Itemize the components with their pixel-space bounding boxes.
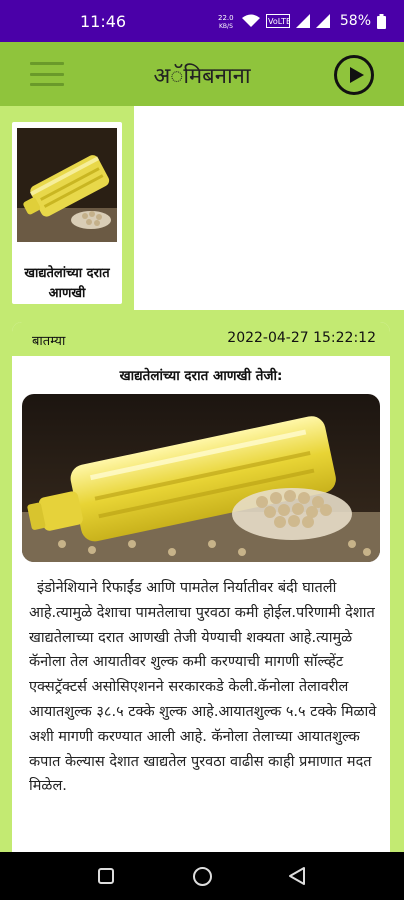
status-bar: 11:46 22.0 KB/S VoLTE 58% bbox=[0, 0, 404, 42]
battery-icon bbox=[377, 13, 386, 29]
navigation-bar bbox=[0, 852, 404, 900]
battery-percent: 58% bbox=[339, 13, 371, 29]
signal-icon-2 bbox=[315, 14, 330, 28]
oil-bottle-image bbox=[17, 128, 117, 242]
thumbnail-caption: खाद्यतेलांच्या दरात आणखी bbox=[24, 266, 110, 301]
play-circle-icon[interactable] bbox=[334, 55, 374, 95]
article-body: इंडोनेशियाने रिफाईंड आणि पामतेल निर्याती… bbox=[29, 580, 377, 795]
article-header: बातम्या 2022-04-27 15:22:12 bbox=[12, 322, 390, 356]
svg-text:VoLTE: VoLTE bbox=[268, 17, 290, 26]
article-card: बातम्या 2022-04-27 15:22:12 खाद्यतेलांच्… bbox=[12, 322, 390, 862]
status-icons: 22.0 KB/S VoLTE 58% bbox=[218, 13, 386, 29]
svg-text:22.0: 22.0 bbox=[218, 14, 234, 22]
back-triangle-icon[interactable] bbox=[288, 866, 306, 886]
app-bar: अॅमिबनाना bbox=[0, 42, 404, 106]
status-time: 11:46 bbox=[80, 12, 127, 31]
article-category: बातम्या bbox=[32, 334, 66, 349]
article-datetime: 2022-04-27 15:22:12 bbox=[227, 330, 376, 346]
recents-square-icon[interactable] bbox=[98, 868, 114, 884]
network-speed-icon: 22.0 KB/S bbox=[218, 14, 234, 29]
volte-icon: VoLTE bbox=[265, 14, 290, 28]
article-image bbox=[22, 394, 380, 562]
signal-icon-1 bbox=[295, 14, 310, 28]
svg-text:KB/S: KB/S bbox=[219, 23, 233, 29]
article-title: खाद्यतेलांच्या दरात आणखी तेजी: bbox=[119, 368, 283, 384]
thumbnail-strip: खाद्यतेलांच्या दरात आणखी bbox=[0, 106, 404, 310]
strip-background bbox=[134, 106, 404, 310]
thumbnail-card[interactable]: खाद्यतेलांच्या दरात आणखी bbox=[12, 122, 122, 304]
home-circle-icon[interactable] bbox=[193, 867, 212, 886]
wifi-icon bbox=[241, 14, 260, 27]
